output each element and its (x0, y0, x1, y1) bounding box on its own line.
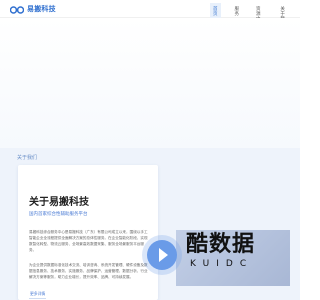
about-title: 关于易搬科技 (29, 197, 89, 208)
play-icon[interactable] (147, 240, 177, 270)
site-header: 易搬科技 首页 服务 资源中心 关于我 (0, 0, 300, 29)
about-paragraph-2: 为企业提供数据标准化技术交流、培训咨询、系统开发管理、硬件设备及数据信息服务、技… (29, 263, 148, 279)
section-tag: 关于我们 (17, 155, 38, 161)
watermark-subtext: KUIDC (190, 259, 254, 269)
watermark-text: 酷数据 (186, 232, 256, 257)
logo-icon (10, 5, 24, 14)
more-details-link[interactable]: 更多详情 (29, 292, 47, 299)
logo[interactable]: 易搬科技 (10, 4, 56, 14)
about-paragraph-1: 易搬科技综合服务中心是易搬科技（广东）有限公司成立以来，围绕以手工智能企业全流程… (29, 230, 148, 252)
hero-banner (0, 18, 300, 148)
watermark-logo: 酷数据 KUIDC (186, 226, 286, 286)
about-subtitle: 国内首家综合性辅助服务平台 (29, 211, 88, 216)
logo-text: 易搬科技 (27, 6, 56, 13)
